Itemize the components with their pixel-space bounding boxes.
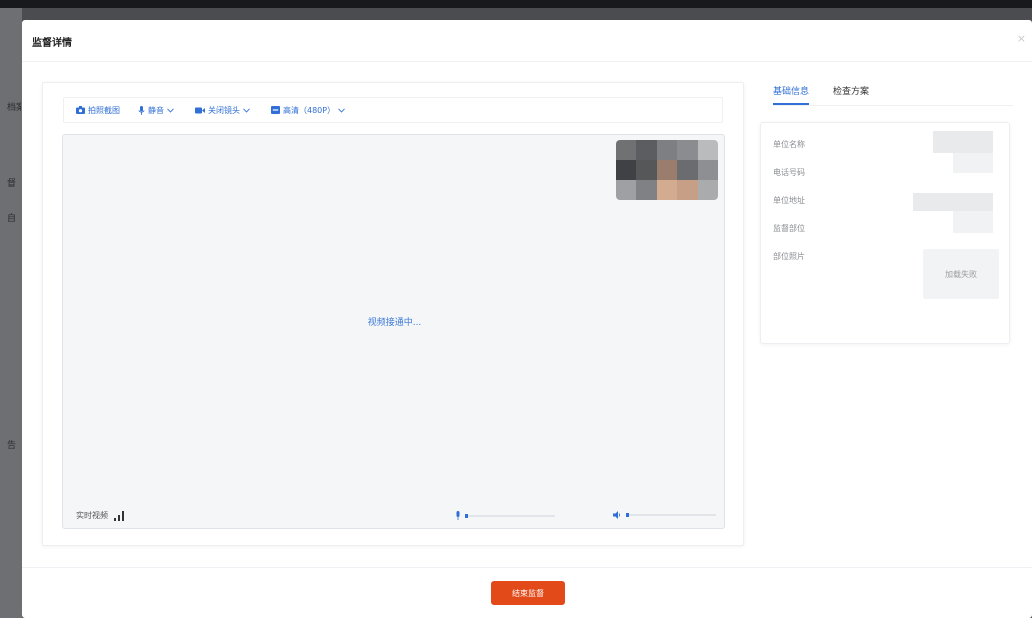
mic-volume-thumb[interactable] bbox=[465, 513, 468, 518]
screenshot-button[interactable]: 拍照截图 bbox=[76, 105, 120, 116]
video-camera-icon bbox=[195, 107, 205, 113]
background-label: 档案 bbox=[7, 103, 21, 113]
camera-icon bbox=[76, 106, 85, 114]
unit-address-value bbox=[913, 193, 993, 211]
quality-label: 高清（480P） bbox=[283, 105, 336, 115]
supervision-area-label: 监督部位 bbox=[773, 224, 805, 233]
modal-header: 监督详情 × bbox=[22, 20, 1032, 62]
background-label: 督 bbox=[7, 179, 17, 189]
modal-footer: 结束监督 bbox=[22, 567, 1032, 618]
live-video-indicator: 实时视频 bbox=[76, 510, 126, 521]
microphone-icon bbox=[138, 105, 145, 115]
unit-name-label: 单位名称 bbox=[773, 140, 805, 149]
close-icon[interactable]: × bbox=[1017, 32, 1026, 45]
mic-volume-control[interactable] bbox=[455, 511, 555, 520]
hd-icon bbox=[271, 106, 280, 114]
live-video-label: 实时视频 bbox=[76, 511, 108, 520]
unit-name-value bbox=[933, 131, 993, 153]
top-bar bbox=[0, 0, 1032, 8]
video-toolbar: 拍照截图 静音 关闭镜头 高清（480P） bbox=[63, 97, 723, 123]
quality-dropdown[interactable]: 高清（480P） bbox=[271, 105, 348, 116]
signal-strength-icon bbox=[114, 511, 126, 521]
camera-off-dropdown[interactable]: 关闭镜头 bbox=[195, 105, 253, 116]
chevron-down-icon bbox=[338, 107, 345, 113]
end-supervision-button[interactable]: 结束监督 bbox=[491, 581, 565, 605]
supervision-area-value bbox=[953, 211, 993, 233]
remote-video-area: 视频接通中... 实时视频 bbox=[62, 134, 725, 529]
chevron-down-icon bbox=[167, 107, 174, 113]
local-video-preview[interactable] bbox=[616, 140, 718, 200]
video-card: 拍照截图 静音 关闭镜头 高清（480P） 视频接通中... 实时视频 bbox=[42, 82, 744, 546]
area-photo: 加载失败 bbox=[923, 249, 999, 299]
mute-label: 静音 bbox=[148, 105, 164, 115]
background-label: 告 bbox=[7, 441, 17, 451]
basic-info-card: 单位名称 电话号码 单位地址 监督部位 部位照片 加载失败 bbox=[760, 122, 1010, 344]
detail-tabs: 基础信息 检查方案 bbox=[773, 84, 1013, 106]
tab-inspection-plan[interactable]: 检查方案 bbox=[833, 84, 869, 105]
connection-status: 视频接通中... bbox=[367, 318, 422, 328]
speaker-icon bbox=[613, 511, 621, 519]
area-photo-label: 部位照片 bbox=[773, 252, 805, 261]
microphone-icon bbox=[456, 511, 460, 520]
supervision-detail-modal: 监督详情 × 拍照截图 静音 关闭镜头 高清（480P） 视频接通中... 实时… bbox=[22, 20, 1032, 618]
unit-address-label: 单位地址 bbox=[773, 196, 805, 205]
mute-dropdown[interactable]: 静音 bbox=[138, 105, 177, 116]
modal-title: 监督详情 bbox=[32, 38, 72, 49]
modal-body: 拍照截图 静音 关闭镜头 高清（480P） 视频接通中... 实时视频 基础信息… bbox=[22, 62, 1032, 567]
mic-volume-slider[interactable] bbox=[465, 513, 555, 518]
phone-label: 电话号码 bbox=[773, 168, 805, 177]
background-sidebar: 档案 督 自 告 bbox=[0, 8, 22, 618]
camera-label: 关闭镜头 bbox=[208, 105, 240, 115]
tab-basic-info[interactable]: 基础信息 bbox=[773, 84, 810, 105]
speaker-volume-thumb[interactable] bbox=[626, 513, 629, 517]
phone-value bbox=[953, 153, 993, 173]
speaker-volume-slider[interactable] bbox=[626, 513, 716, 517]
chevron-down-icon bbox=[243, 107, 250, 113]
speaker-volume-control[interactable] bbox=[613, 511, 716, 519]
background-label: 自 bbox=[7, 214, 17, 224]
screenshot-label: 拍照截图 bbox=[88, 105, 120, 115]
